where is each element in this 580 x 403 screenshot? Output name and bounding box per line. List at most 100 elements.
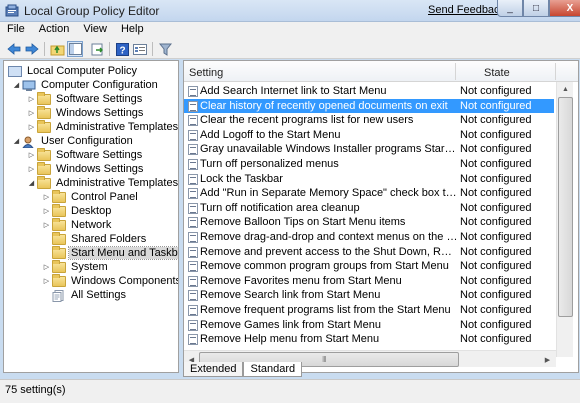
policy-setting-icon <box>188 86 198 97</box>
title-bar[interactable]: Local Group Policy Editor Send Feedback … <box>0 0 580 22</box>
setting-name: Add Search Internet link to Start Menu <box>200 85 387 97</box>
tree-item-uc-windows-settings[interactable]: ▷ Windows Settings <box>27 161 145 176</box>
setting-state: Not configured <box>460 172 532 185</box>
expand-icon[interactable]: ▷ <box>27 123 36 131</box>
send-feedback-link[interactable]: Send Feedback <box>428 4 505 16</box>
expand-icon[interactable]: ▷ <box>27 109 36 117</box>
help-icon[interactable]: ? <box>114 41 130 57</box>
setting-state: Not configured <box>460 245 532 258</box>
table-row[interactable]: Remove Games link from Start Menu Not con… <box>184 318 554 333</box>
table-row[interactable]: Remove Search link from Start Menu Not co… <box>184 288 554 303</box>
expand-icon[interactable]: ▷ <box>42 207 51 215</box>
setting-name: Remove Balloon Tips on Start Menu items <box>200 216 406 229</box>
setting-state: Not configured <box>460 158 532 170</box>
table-row[interactable]: Remove and prevent access to the Shut Do… <box>184 245 554 260</box>
table-row[interactable]: Clear history of recently opened documen… <box>184 98 554 114</box>
expand-icon[interactable]: ▷ <box>27 151 36 159</box>
properties-icon[interactable] <box>132 41 148 57</box>
tree-item-system[interactable]: ▷ System <box>42 259 110 274</box>
tree-item-user-configuration[interactable]: ◢ User Configuration <box>12 134 135 148</box>
table-row[interactable]: Remove common program groups from Start … <box>184 259 554 274</box>
menu-view[interactable]: View <box>76 22 114 39</box>
tab-extended[interactable]: Extended <box>183 362 244 377</box>
table-row[interactable]: Clear the recent programs list for new u… <box>184 113 554 128</box>
table-row[interactable]: Remove frequent programs list from the S… <box>184 303 554 318</box>
up-folder-icon[interactable] <box>49 41 65 57</box>
state-column-header[interactable]: State <box>484 67 510 79</box>
policy-setting-icon <box>188 275 198 287</box>
expand-icon[interactable]: ▷ <box>42 277 51 285</box>
policy-setting-icon <box>188 305 198 316</box>
expand-icon[interactable]: ▷ <box>42 221 51 229</box>
tree-item-all-settings[interactable]: All Settings <box>42 288 128 302</box>
setting-name: Lock the Taskbar <box>200 172 283 185</box>
setting-column-header[interactable]: Setting <box>189 67 223 79</box>
tree-item-cc-administrative-templates[interactable]: ▷ Administrative Templates <box>27 119 178 134</box>
tab-standard[interactable]: Standard <box>243 362 303 377</box>
table-row[interactable]: Remove Balloon Tips on Start Menu items N… <box>184 215 554 230</box>
table-row[interactable]: Remove Help menu from Start Menu Not conf… <box>184 332 554 347</box>
tree-item-computer-configuration[interactable]: ◢ Computer Configuration <box>12 78 160 92</box>
tree-item-windows-components[interactable]: ▷ Windows Components <box>42 273 178 288</box>
table-row[interactable]: Turn off personalized menus Not configure… <box>184 157 554 172</box>
expand-icon[interactable]: ▷ <box>27 95 36 103</box>
expand-icon[interactable]: ▷ <box>42 263 51 271</box>
collapse-icon[interactable]: ◢ <box>12 137 21 145</box>
tree-item-uc-software-settings[interactable]: ▷ Software Settings <box>27 147 144 162</box>
forward-arrow-icon[interactable] <box>24 41 40 57</box>
view-tabs: Extended Standard <box>183 362 303 378</box>
table-row[interactable]: Add Logoff to the Start Menu Not configur… <box>184 128 554 143</box>
menu-help[interactable]: Help <box>114 22 151 39</box>
setting-name: Turn off notification area cleanup <box>200 201 360 214</box>
tree-item-start-menu-taskbar[interactable]: Start Menu and Taskbar <box>42 245 178 260</box>
table-row[interactable]: Remove Favorites menu from Start Menu Not… <box>184 274 554 289</box>
tree-item-uc-administrative-templates[interactable]: ◢ Administrative Templates <box>27 175 178 190</box>
export-list-icon[interactable] <box>89 41 105 57</box>
setting-state: Not configured <box>460 260 532 273</box>
table-row[interactable]: Remove drag-and-drop and context menus o… <box>184 230 554 245</box>
table-row[interactable]: Lock the Taskbar Not configured <box>184 172 554 187</box>
menu-bar: File Action View Help <box>0 22 580 39</box>
show-hide-tree-icon[interactable] <box>67 41 83 57</box>
policy-setting-icon <box>188 129 198 141</box>
policy-setting-icon <box>188 202 198 214</box>
policy-setting-icon <box>188 100 198 112</box>
policy-setting-icon <box>188 334 198 346</box>
vertical-scroll-thumb[interactable] <box>558 97 573 317</box>
collapse-icon[interactable]: ◢ <box>27 179 36 187</box>
table-row[interactable]: Add Search Internet link to Start Menu No… <box>184 84 554 99</box>
menu-action[interactable]: Action <box>32 22 77 39</box>
table-row[interactable]: Gray unavailable Windows Installer progr… <box>184 142 554 157</box>
tree-item-network[interactable]: ▷ Network <box>42 217 113 232</box>
back-arrow-icon[interactable] <box>6 41 22 57</box>
filter-icon[interactable] <box>157 41 173 57</box>
folder-icon <box>37 105 51 119</box>
menu-file[interactable]: File <box>0 22 32 39</box>
vertical-scrollbar[interactable]: ▲ <box>556 82 573 357</box>
folder-icon <box>52 231 66 245</box>
expand-icon[interactable]: ▷ <box>42 193 51 201</box>
computer-policy-icon <box>8 65 22 77</box>
tree-item-control-panel[interactable]: ▷ Control Panel <box>42 189 140 204</box>
setting-name: Remove drag-and-drop and context menus o… <box>200 231 458 243</box>
close-button[interactable]: X <box>549 0 580 17</box>
maximize-button[interactable]: □ <box>523 0 549 17</box>
table-row[interactable]: Add "Run in Separate Memory Space" check… <box>184 186 554 201</box>
expand-icon[interactable]: ▷ <box>27 165 36 173</box>
tree-item-cc-windows-settings[interactable]: ▷ Windows Settings <box>27 105 145 120</box>
scroll-up-icon[interactable]: ▲ <box>558 82 573 97</box>
scroll-right-icon[interactable]: ▶ <box>540 352 555 367</box>
minimize-button[interactable]: _ <box>497 0 523 17</box>
scroll-grip: III <box>322 355 327 364</box>
folder-icon <box>52 217 66 231</box>
collapse-icon[interactable]: ◢ <box>12 81 21 89</box>
setting-state: Not configured <box>460 289 532 302</box>
setting-state: Not configured <box>460 114 532 127</box>
tree-item-local-computer-policy[interactable]: Local Computer Policy <box>7 64 139 78</box>
tree-item-cc-software-settings[interactable]: ▷ Software Settings <box>27 91 144 106</box>
settings-count: 75 setting(s) <box>5 384 66 396</box>
policy-setting-icon <box>188 144 198 156</box>
tree-item-desktop[interactable]: ▷ Desktop <box>42 203 113 218</box>
tree-item-shared-folders[interactable]: Shared Folders <box>42 231 148 246</box>
table-row[interactable]: Turn off notification area cleanup Not co… <box>184 201 554 216</box>
